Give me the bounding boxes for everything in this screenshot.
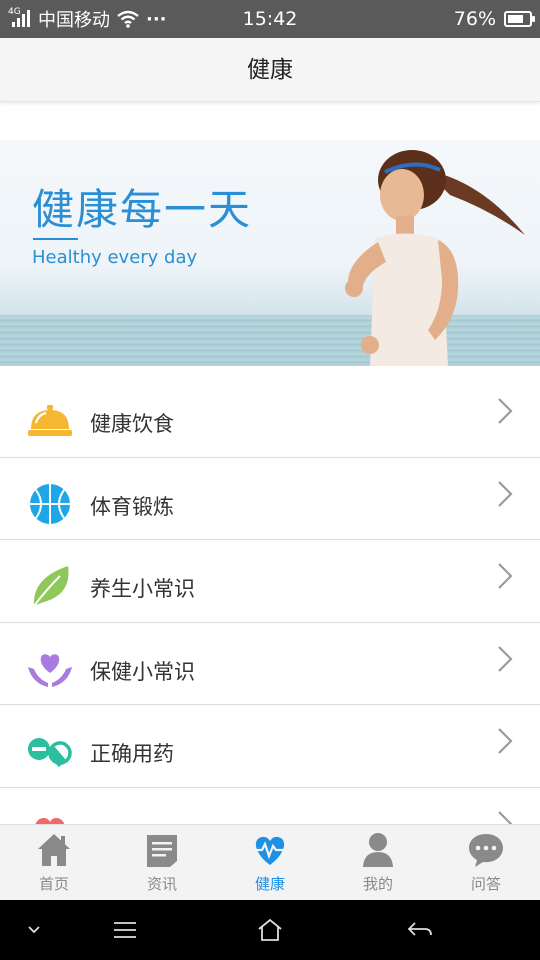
chat-icon (469, 834, 503, 867)
tab-label: 资讯 (146, 875, 177, 893)
heart-hands-icon (28, 653, 72, 687)
status-bar: 4G 中国移动 ··· 15:42 76% (0, 0, 540, 38)
nav-menu-button[interactable] (95, 900, 155, 960)
tab-qa[interactable]: 问答 (432, 825, 540, 901)
nav-back-button[interactable] (390, 900, 450, 960)
list-item-label: 养生小常识 (90, 577, 195, 601)
user-icon (363, 833, 393, 867)
tab-home[interactable]: 首页 (0, 825, 108, 901)
home-outline-icon (258, 918, 282, 941)
banner-divider (33, 238, 78, 240)
list-item-label: 保健小常识 (90, 659, 195, 684)
list-item-healthcare-tips[interactable]: 保健小常识 (0, 623, 540, 705)
chevron-down-icon (28, 926, 40, 934)
list-item-healthy-diet[interactable]: 健康饮食 (0, 375, 540, 458)
tab-news[interactable]: 资讯 (108, 825, 216, 901)
health-category-list: 健康饮食 体育锻炼 养生小常识 保健小常识 正确用药 (0, 375, 540, 870)
news-icon (147, 835, 177, 867)
list-item-label: 体育锻炼 (90, 494, 174, 519)
bottom-tab-bar: 首页 资讯 健康 我的 问答 (0, 824, 540, 900)
tab-health[interactable]: 健康 (216, 825, 324, 901)
chevron-right-icon (498, 398, 513, 424)
list-item-label: 健康饮食 (90, 412, 174, 436)
battery-percent: 76% (453, 8, 496, 30)
back-icon (407, 922, 432, 936)
runner-illustration (345, 150, 525, 366)
list-item-label: 正确用药 (90, 742, 174, 766)
menu-icon (114, 922, 136, 938)
banner-subtitle: Healthy every day (32, 247, 198, 268)
banner-title: 健康每一天 (32, 185, 253, 234)
chevron-right-icon (498, 728, 513, 754)
home-icon (38, 834, 70, 866)
chevron-right-icon (498, 563, 513, 589)
system-nav-bar (0, 900, 540, 960)
status-right: 76% (453, 0, 535, 38)
tab-label: 问答 (470, 875, 501, 893)
list-item-exercise[interactable]: 体育锻炼 (0, 458, 540, 540)
chevron-right-icon (498, 645, 513, 672)
page-title: 健康 (0, 38, 540, 102)
pills-icon (28, 738, 72, 768)
chevron-right-icon (498, 480, 513, 507)
tab-label: 首页 (38, 875, 69, 893)
hero-banner[interactable]: 健康每一天 Healthy every day (0, 140, 540, 366)
nav-collapse-button[interactable] (14, 900, 54, 960)
basketball-icon (30, 483, 70, 524)
list-item-wellness-tips[interactable]: 养生小常识 (0, 540, 540, 623)
list-item-proper-medication[interactable]: 正确用药 (0, 705, 540, 788)
tab-label: 我的 (362, 875, 393, 893)
heartbeat-icon (254, 836, 286, 865)
tab-profile[interactable]: 我的 (324, 825, 432, 901)
nav-home-button[interactable] (240, 900, 300, 960)
battery-icon (504, 11, 535, 27)
food-cloche-icon (28, 405, 72, 436)
leaf-icon (33, 566, 69, 607)
tab-label: 健康 (254, 875, 285, 893)
